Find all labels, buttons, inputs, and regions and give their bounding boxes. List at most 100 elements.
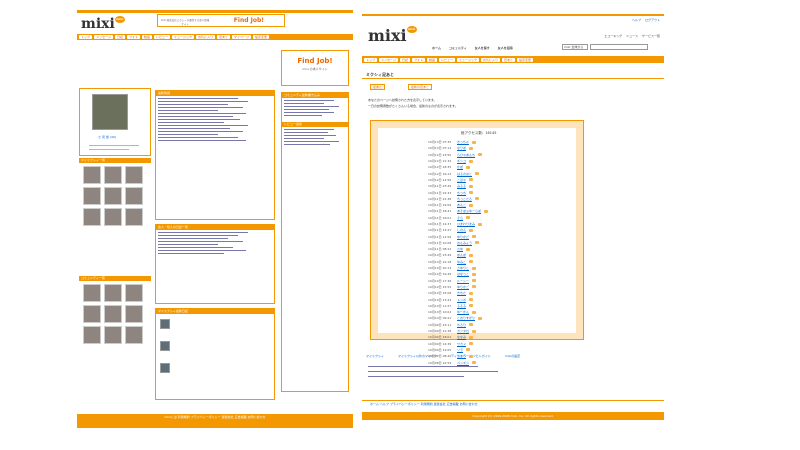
thumb[interactable] [160,363,170,373]
visitor-name[interactable]: はるのおと [457,172,472,176]
community-thumb[interactable] [83,326,101,344]
nav-item[interactable]: トップ [79,35,93,39]
menu-home[interactable]: ホーム [432,46,441,50]
visitor-name[interactable]: さゆりこ [457,266,469,270]
nav-item[interactable]: フォト [126,35,140,39]
visitor-name[interactable]: ちっち [457,191,466,195]
community-thumb[interactable] [125,305,143,323]
visitor-name[interactable]: らぴゃあんち [457,153,475,157]
visitor-name[interactable]: ゆりかど [457,235,469,239]
community-thumb[interactable] [104,326,122,344]
nav-item[interactable]: 動画 [427,57,438,62]
community-thumb[interactable] [83,284,101,302]
friend-thumb[interactable] [104,187,122,205]
visitor-name[interactable]: おんみょう [457,241,472,245]
visitor-name[interactable]: なりぽ [457,146,466,150]
visitor-name[interactable]: しのん [457,228,466,232]
nav-item[interactable]: お気に入り [195,35,215,39]
visitor-name[interactable]: ペンギン [457,361,469,365]
nav-item[interactable]: 設定変更 [252,35,269,39]
nav-item[interactable]: フォト [411,57,425,62]
visitor-name[interactable]: とおりすがり [457,316,475,320]
nav-item[interactable]: 足あと [217,35,231,39]
findjob-banner[interactable]: Find Job! mixi 株式会社ミクシィが運営する求人情報サイト [157,14,285,27]
logout-link[interactable]: ログアウト [645,18,660,22]
visitor-name[interactable]: トンボ [457,298,466,302]
friend-thumb[interactable] [125,208,143,226]
nav-item[interactable]: ミュージック [172,35,194,39]
visitor-name[interactable]: ちっこたろ [457,197,472,201]
search-input[interactable] [590,44,648,50]
visitor-name[interactable]: みるる [457,184,466,188]
nav-item[interactable]: 足あと [502,57,516,62]
visitor-name[interactable]: さゆ [457,247,463,251]
thumb[interactable] [160,341,170,351]
visitor-name[interactable]: ゆーかん [457,310,469,314]
menu-invite[interactable]: 友人を招待 [498,46,513,50]
nav-item[interactable]: 動画 [142,35,153,39]
visitor-name[interactable]: あそぼぉゆーらぽ [457,209,481,213]
community-thumb[interactable] [125,284,143,302]
visitor-name[interactable]: ななみ [457,335,466,339]
thumb[interactable] [160,319,170,329]
visitor-name[interactable]: きちた [457,291,466,295]
nav-item[interactable]: レビュー [154,35,171,39]
visitor-name[interactable]: るるる [457,304,466,308]
visitor-name[interactable]: そら [457,216,463,220]
nav-item[interactable]: メッセージ [94,35,113,39]
nav-item[interactable]: レビュー [439,57,456,62]
nav-item[interactable]: 日記 [399,57,410,62]
community-thumb[interactable] [125,326,143,344]
menu-community[interactable]: コミュニティ [449,46,467,50]
friend-thumb[interactable] [104,208,122,226]
friend-thumb[interactable] [104,166,122,184]
findjob-side-ad[interactable]: Find Job! mixi の求人サイト [281,50,349,86]
search-scope-select[interactable]: mixi 全体から [562,44,588,50]
visitor-name[interactable]: きっちゃ [457,140,469,144]
nav-item[interactable]: 設定変更 [517,57,534,62]
services-link[interactable]: サービス一覧 [642,34,660,38]
friend-thumb[interactable] [125,187,143,205]
nav-item[interactable]: マイページ [232,35,251,39]
community-thumb[interactable] [104,305,122,323]
news-link[interactable]: ニュース [626,34,638,38]
visitor-name[interactable]: ルーシー [457,279,469,283]
visitor-name[interactable]: ゆみこ [457,260,466,264]
menu-find[interactable]: 友人を探す [475,46,490,50]
profile-photo[interactable] [92,94,128,130]
nav-item[interactable]: ミュージック [457,57,479,62]
profile-name[interactable]: さ 見 俊 (40) [98,135,116,139]
friend-thumb[interactable] [125,166,143,184]
visitor-name[interactable]: かぽ [457,165,463,169]
nav-item[interactable]: メッセージ [379,57,398,62]
visitor-name[interactable]: こばゃ [457,178,466,182]
friend-thumb[interactable] [83,187,101,205]
tab-latest[interactable]: 最新の足あと [408,84,433,90]
community-thumb[interactable] [104,284,122,302]
mixi-logo[interactable]: miximixi [368,26,417,45]
visitor-name[interactable]: りょう [457,354,466,358]
tab-ashiato[interactable]: 足あと [370,84,386,90]
visitor-name[interactable]: はなっこ [457,272,469,276]
visitor-name[interactable]: ゆりかご [457,285,469,289]
mixi-logo[interactable]: miximixi [81,16,125,32]
visitor-name[interactable]: ぽんぽ [457,253,466,257]
visitor-name[interactable]: ちろり [457,323,466,327]
visit-date: 10月09日 12:05 [428,347,452,352]
community-thumb[interactable] [83,305,101,323]
visitor-name[interactable]: ワカメ [457,342,466,346]
visitor-name[interactable]: あんこ [457,203,466,207]
bottom-link[interactable]: マイミクシィ [366,354,384,358]
visitor-name[interactable]: カンタロ [457,329,469,333]
nav-item[interactable]: お気に入り [480,57,500,62]
visitor-name[interactable]: ひまわりまみ [457,222,475,226]
friend-thumb[interactable] [83,208,101,226]
help-link[interactable]: ヘルプ [632,18,641,22]
visitor-name[interactable]: ソラ [457,348,463,352]
nav-item[interactable]: 日記 [114,35,125,39]
echo-link[interactable]: エコーキング [604,34,622,38]
visitor-name[interactable]: ギンコ [457,159,466,163]
nav-item[interactable]: トップ [364,57,378,62]
friend-thumb[interactable] [83,166,101,184]
footer-links[interactable]: ホーム ヘルプ プライバシーポリシー 利用規約 運営会社 広告掲載 お問い合わせ [370,402,478,406]
